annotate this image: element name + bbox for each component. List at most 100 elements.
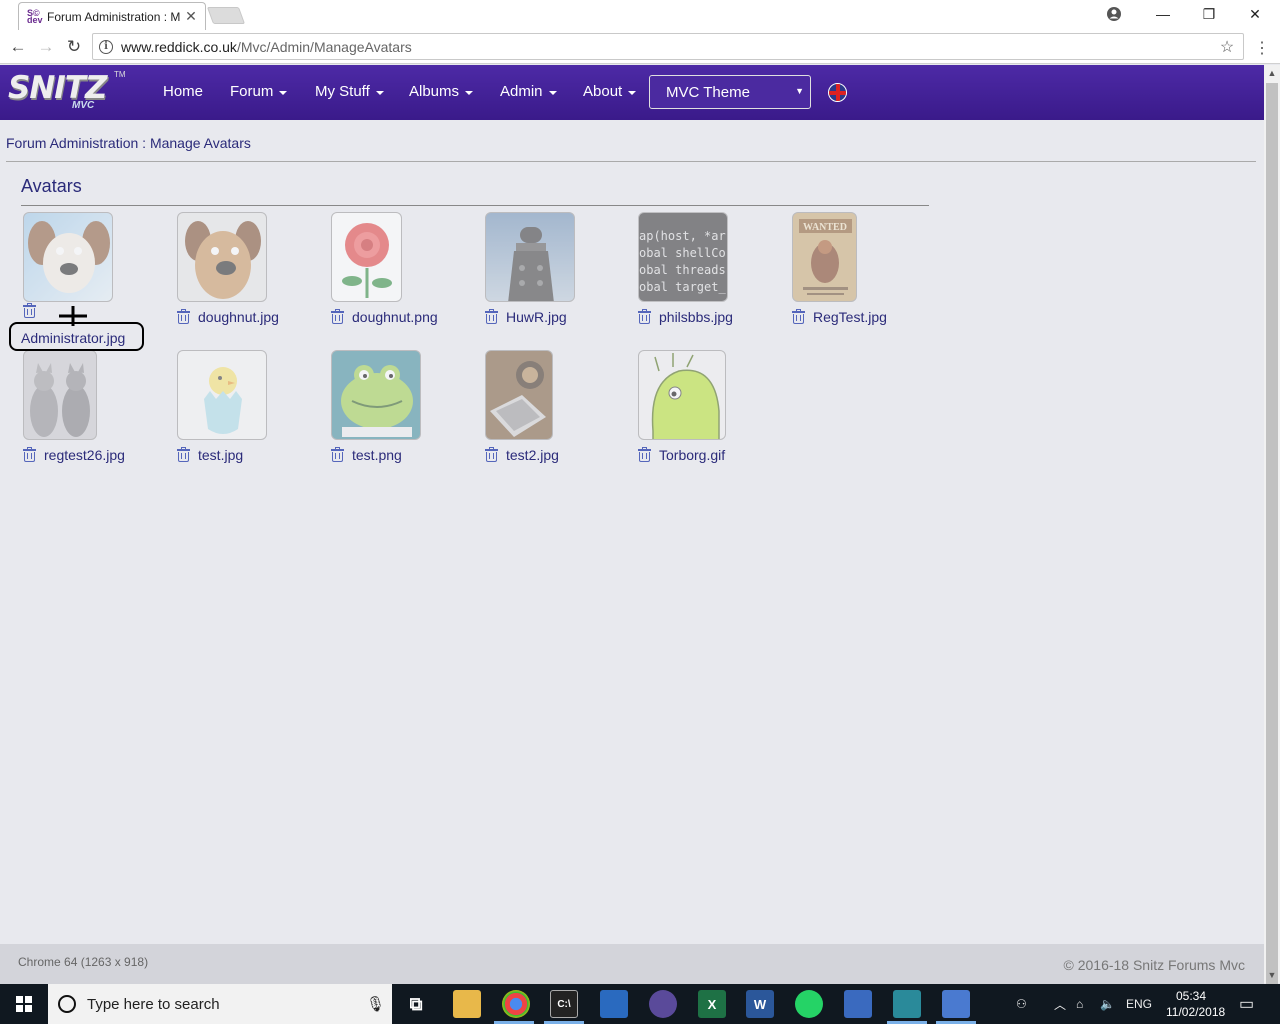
remote-desktop-icon[interactable] [600,990,628,1018]
avatar-image [638,350,726,440]
bookmark-star-icon[interactable]: ☆ [1215,37,1239,57]
trash-icon[interactable] [638,309,651,324]
clock[interactable]: 05:34 11/02/2018 [1166,988,1226,1020]
taskbar-search[interactable]: Type here to search 🎙 [48,984,392,1024]
page-scrollbar[interactable]: ▲ ▼ [1264,65,1280,993]
avatar-filename-link[interactable]: test.png [352,447,402,463]
avatar-filename-link[interactable]: RegTest.jpg [813,309,887,325]
word-icon[interactable]: W [746,990,774,1018]
avatar-filename-link[interactable]: test2.jpg [506,447,559,463]
file-explorer-icon[interactable] [453,990,481,1018]
trash-icon[interactable] [792,309,805,324]
tray-chevron-icon[interactable]: ︿ [1054,984,1066,1024]
nav-home[interactable]: Home [163,83,203,100]
avatar-filename-link[interactable]: Torborg.gif [659,447,725,463]
code-line: obal shellCo [639,246,726,260]
nav-about[interactable]: About [583,83,637,100]
nav-admin[interactable]: Admin [500,83,557,100]
caret-down-icon [279,90,288,95]
task-view-icon[interactable]: ⧉ [402,990,430,1018]
avatar-caption: doughnut.jpg [177,309,279,325]
avatar-image [177,212,267,302]
trash-icon[interactable] [331,309,344,324]
avatar-image [177,350,267,440]
nav-my-stuff[interactable]: My Stuff [315,83,384,100]
trash-icon[interactable] [331,447,344,462]
trash-icon[interactable] [23,447,36,462]
back-icon[interactable]: ← [7,36,29,58]
new-tab-button[interactable] [206,7,246,24]
restore-icon[interactable]: ❐ [1186,0,1232,28]
avatar-filename-link[interactable]: test.jpg [198,447,243,463]
chrome-icon[interactable] [502,990,530,1018]
avatar-image [331,350,421,440]
avatar-filename-link[interactable]: HuwR.jpg [506,309,567,325]
scroll-down-icon[interactable]: ▼ [1264,967,1280,983]
reload-icon[interactable]: ↻ [63,36,85,58]
windows-start-icon[interactable] [0,984,48,1024]
breadcrumb[interactable]: Forum Administration : Manage Avatars [6,135,251,151]
minimize-icon[interactable]: — [1140,0,1186,28]
trash-icon[interactable] [485,309,498,324]
browser-info: Chrome 64 (1263 x 918) [18,955,149,969]
trash-icon[interactable] [177,447,190,462]
code-line: obal target_ [639,280,726,294]
trash-icon[interactable] [638,447,651,462]
avatar-filename-link[interactable]: doughnut.png [352,309,438,325]
trash-icon[interactable] [23,303,36,318]
avatar-filename-link[interactable]: doughnut.jpg [198,309,279,325]
dropdown-arrow-icon: ▼ [795,86,804,96]
excel-icon[interactable]: X [698,990,726,1018]
tab-close-icon[interactable]: ✕ [183,8,199,25]
app-computer-icon[interactable] [942,990,970,1018]
uk-flag-icon[interactable] [828,83,847,102]
app-swirl-icon[interactable] [649,990,677,1018]
avatar-caption: test.png [331,447,402,463]
avatar-caption: doughnut.png [331,309,438,325]
avatar-image [331,212,402,302]
network-tool-icon[interactable] [844,990,872,1018]
nav-albums[interactable]: Albums [409,83,474,100]
info-icon[interactable]: i [99,39,113,54]
snitz-logo[interactable]: SNITZ MVC TM [6,70,126,116]
scroll-up-icon[interactable]: ▲ [1264,65,1280,81]
profile-icon[interactable] [1106,6,1122,22]
address-bar[interactable]: i www.reddick.co.uk/Mvc/Admin/ManageAvat… [92,33,1244,60]
clock-date: 11/02/2018 [1166,1005,1226,1019]
copyright: © 2016-18 Snitz Forums Mvc [1063,957,1246,973]
browser-tab[interactable]: S© dev Forum Administration : M ✕ [18,2,206,30]
theme-select[interactable]: MVC Theme ▼ [649,75,811,109]
scroll-thumb[interactable] [1266,83,1278,993]
divider [6,161,1256,162]
caret-down-icon [548,90,557,95]
avatar-filename-link[interactable]: regtest26.jpg [44,447,125,463]
logo-tm: TM [114,70,126,79]
close-window-icon[interactable]: ✕ [1232,0,1278,28]
browser-toolbar: ← → ↻ i www.reddick.co.uk/Mvc/Admin/Mana… [0,30,1280,64]
volume-icon[interactable]: 🔈 [1100,984,1115,1024]
microphone-icon[interactable]: 🎙 [366,995,385,1013]
browser-menu-icon[interactable]: ⋮ [1254,38,1270,58]
notifications-icon[interactable]: ▭ [1239,984,1254,1024]
trash-icon[interactable] [177,309,190,324]
avatar-caption: philsbbs.jpg [638,309,733,325]
url-path: /Mvc/Admin/ManageAvatars [236,38,412,55]
svg-text:WANTED: WANTED [803,222,847,233]
trash-icon[interactable] [485,447,498,462]
avatar-image [23,212,113,302]
caret-down-icon [628,90,637,95]
forward-icon[interactable]: → [35,36,57,58]
app-chart-icon[interactable] [893,990,921,1018]
tab-title: Forum Administration : M [47,9,181,24]
cursor-icon [59,306,87,326]
avatar-image: WANTED [792,212,857,302]
nav-forum[interactable]: Forum [230,83,288,100]
avatar-image [485,350,553,440]
language-indicator[interactable]: ENG [1126,984,1152,1024]
network-icon[interactable]: ⌂ [1076,984,1083,1024]
avatar-filename-link[interactable]: philsbbs.jpg [659,309,733,325]
whatsapp-icon[interactable] [795,990,823,1018]
people-icon[interactable]: ⚇ [1016,984,1027,1024]
avatar-caption: Torborg.gif [638,447,725,463]
command-prompt-icon[interactable]: C:\ [550,990,578,1018]
